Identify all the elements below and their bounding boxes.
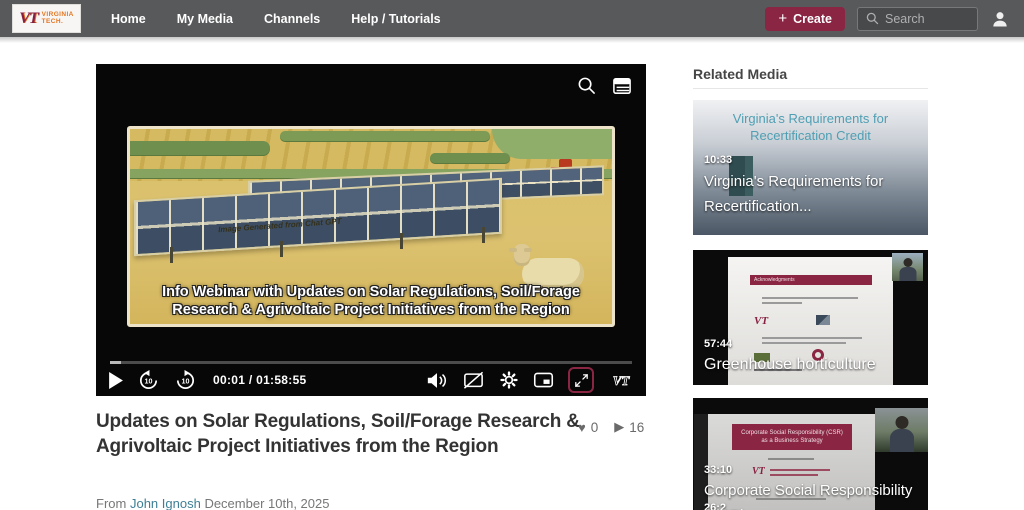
header-shadow [0,37,1024,43]
caption-line2: Research & Agrivoltaic Project Initiativ… [172,302,570,318]
rewind-10-button[interactable]: 10 [137,369,160,392]
video-thumbnail[interactable]: Image Generated from Chat GPT Info Webin… [127,126,615,327]
vt-mini-logo: VT [754,315,769,327]
header-right-cluster: + Create [765,6,1010,31]
search-input[interactable] [885,11,965,26]
related-divider [693,88,928,89]
picture-in-picture-button[interactable] [533,371,554,389]
svg-text:10: 10 [145,377,153,385]
panel-leg [400,233,403,249]
related-item-recertification[interactable]: Virginia's Requirements for Recertificat… [693,100,928,235]
hedgerow [280,131,490,141]
mediaspace-page: VT VIRGINIA TECH. Home My Media Channels… [0,0,1024,510]
publish-date: December 10th, 2025 [204,496,330,510]
play-count-icon: ▶ [614,419,625,434]
vt-monogram-icon: VT [19,9,38,27]
related3-slide-title: Corporate Social Responsibility (CSR) as… [732,424,852,450]
create-button[interactable]: + Create [765,6,845,31]
user-account-icon[interactable] [990,9,1010,29]
related-media-heading: Related Media [693,66,788,82]
play-button[interactable] [108,371,123,389]
likes-stat[interactable]: ♥ 0 [578,420,598,435]
svg-text:10: 10 [182,377,190,385]
heart-icon: ♥ [578,419,586,435]
logo-line2: TECH. [41,17,64,25]
related3-webcam [875,408,928,452]
related3-title: Corporate Social Responsibility (CSR) [704,482,913,510]
player-topbar [577,76,632,95]
views-stat: ▶ 16 [614,419,644,435]
plus-icon: + [778,9,788,27]
likes-count: 0 [590,419,599,435]
player-navigation-panel-icon[interactable] [612,77,632,95]
video-title: Updates on Solar Regulations, Soil/Forag… [96,411,580,457]
forward-10-button[interactable]: 10 [174,369,197,392]
related1-duration: 10:33 [704,154,733,166]
vce-mini-logo [816,315,830,325]
views-count: 16 [629,419,645,435]
captions-off-button[interactable] [462,370,485,390]
volume-button[interactable] [426,371,448,390]
related3-partial-text: 26:2 [704,502,727,510]
hedgerow [430,153,510,163]
svg-text:VT: VT [613,373,631,388]
author-link[interactable]: John Ignosh [130,496,201,510]
related2-slide-header: Acknowledgments [750,275,872,285]
related2-webcam [892,253,923,281]
time-display: 00:01 / 01:58:55 [213,373,307,387]
nav-item-my-media[interactable]: My Media [177,12,233,26]
related-item-csr[interactable]: Corporate Social Responsibility (CSR) as… [693,398,928,510]
panel-leg [482,227,485,243]
video-player[interactable]: Image Generated from Chat GPT Info Webin… [96,64,646,396]
logo-wordmark: VIRGINIA TECH. [41,11,74,25]
video-byline: From John Ignosh December 10th, 2025 [96,496,329,510]
solar-array-front [134,177,502,257]
hedgerow [130,141,270,155]
fullscreen-button[interactable] [568,367,594,393]
search-icon [866,12,879,25]
related1-slide-title: Virginia's Requirements for Recertificat… [732,111,889,143]
create-button-label: Create [793,11,832,26]
hill-illustration [492,129,612,159]
related1-title: Virginia's Requirements for Recertificat… [704,173,884,215]
search-box[interactable] [857,6,978,31]
vt-mini-logo: VT [752,466,765,477]
thumbnail-caption: Info Webinar with Updates on Solar Regul… [136,283,606,319]
from-label: From [96,496,127,510]
player-search-icon[interactable] [577,76,596,95]
nav-item-channels[interactable]: Channels [264,12,320,26]
nav-item-help-tutorials[interactable]: Help / Tutorials [351,12,440,26]
virginia-tech-logo[interactable]: VT VIRGINIA TECH. [12,4,81,33]
main-nav: Home My Media Channels Help / Tutorials [111,12,441,26]
video-stats: ♥ 0 ▶ 16 [578,419,644,435]
panel-leg [170,247,173,263]
related3-duration: 33:10 [704,464,733,476]
vt-player-watermark-icon: VT [608,372,634,389]
top-navigation-bar: VT VIRGINIA TECH. Home My Media Channels… [0,0,1024,37]
settings-gear-icon[interactable] [499,370,519,390]
related2-duration: 57:44 [704,338,733,350]
related2-title: Greenhouse horticulture [704,356,876,373]
related-item-greenhouse[interactable]: Acknowledgments VT 57:44 Greenhouse hort… [693,250,928,385]
panel-leg [280,241,283,257]
nav-item-home[interactable]: Home [111,12,146,26]
caption-line1: Info Webinar with Updates on Solar Regul… [162,284,580,300]
player-controls: 10 10 00:01 / 01:58:55 VT [96,364,646,396]
